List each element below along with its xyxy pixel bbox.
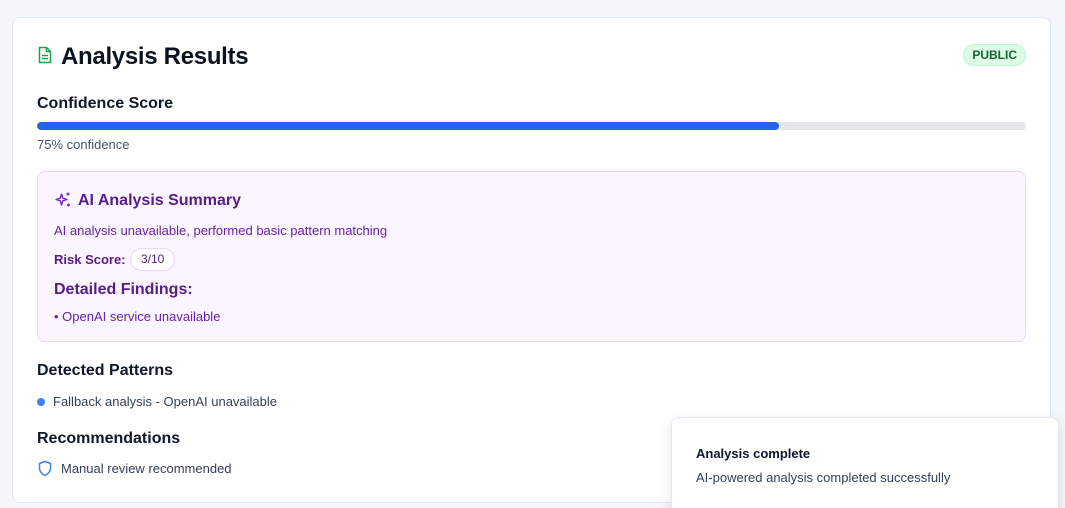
risk-score-label: Risk Score: — [54, 252, 126, 267]
page-title: Analysis Results — [61, 43, 249, 70]
detected-patterns-title: Detected Patterns — [37, 362, 174, 379]
ai-summary-title: AI Analysis Summary — [78, 192, 242, 209]
toast-description: AI-powered analysis completed successful… — [696, 470, 951, 485]
sparkles-icon — [54, 191, 72, 209]
document-icon — [37, 46, 53, 64]
recommendation-text: Manual review recommended — [61, 461, 232, 476]
confidence-progress-fill — [37, 122, 779, 130]
confidence-text: 75% confidence — [37, 137, 130, 152]
visibility-badge: PUBLIC — [963, 44, 1026, 66]
confidence-label: Confidence Score — [37, 95, 174, 112]
bullet-dot-icon — [37, 398, 45, 406]
detailed-findings-title: Detailed Findings: — [54, 281, 193, 298]
ai-summary-panel: AI Analysis Summary AI analysis unavaila… — [37, 171, 1026, 342]
toast-title: Analysis complete — [696, 446, 811, 461]
pattern-text: Fallback analysis - OpenAI unavailable — [53, 394, 278, 409]
shield-icon — [37, 460, 53, 477]
finding-item: • OpenAI service unavailable — [54, 309, 221, 324]
confidence-progress-bar — [37, 122, 1026, 130]
toast-notification[interactable]: Analysis complete AI-powered analysis co… — [671, 417, 1059, 508]
card-header: Analysis Results PUBLIC — [37, 42, 1026, 72]
recommendations-title: Recommendations — [37, 430, 181, 447]
ai-summary-description: AI analysis unavailable, performed basic… — [54, 223, 388, 238]
risk-score-badge: 3/10 — [130, 248, 176, 271]
